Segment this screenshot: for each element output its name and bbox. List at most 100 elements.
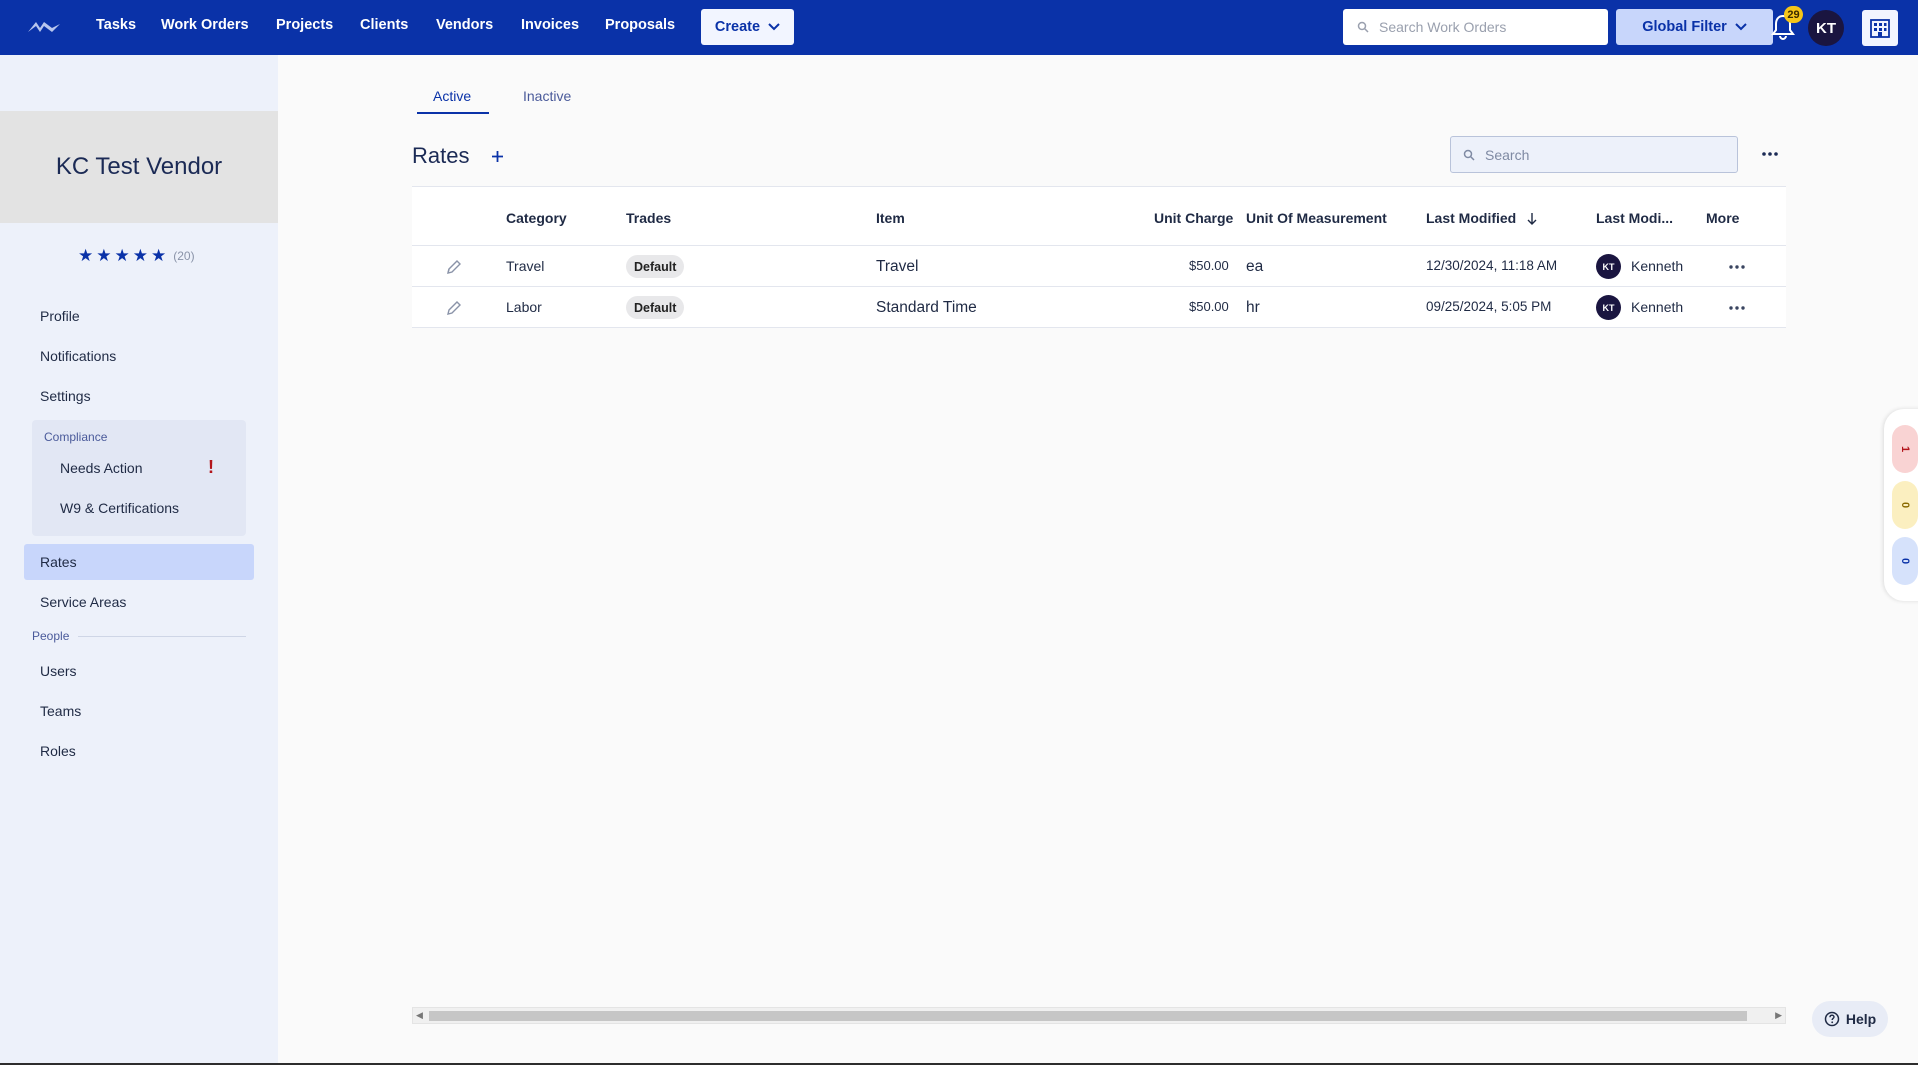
vendor-header-card: KC Test Vendor: [0, 111, 278, 223]
nav-work-orders[interactable]: Work Orders: [161, 17, 249, 33]
add-rate-button[interactable]: [484, 143, 510, 169]
yellow-count: 0: [1899, 501, 1911, 509]
sidebar-item-settings[interactable]: Settings: [40, 388, 91, 404]
scrollbar-thumb[interactable]: [429, 1011, 1747, 1021]
search-icon: [1463, 149, 1475, 161]
status-side-widget: 1 0 0: [1884, 409, 1918, 601]
star-icon: ★: [114, 246, 130, 265]
scroll-left-arrow-icon[interactable]: ◀: [416, 1010, 423, 1021]
trade-badge: Default: [626, 296, 685, 319]
nav-vendors[interactable]: Vendors: [436, 17, 493, 33]
row-more-button[interactable]: [1726, 258, 1748, 276]
tab-inactive[interactable]: Inactive: [523, 88, 571, 104]
nav-projects[interactable]: Projects: [276, 17, 333, 33]
vendor-name: KC Test Vendor: [55, 153, 223, 180]
rating-count: (20): [173, 249, 195, 263]
trade-badge: Default: [626, 255, 685, 278]
nav-invoices[interactable]: Invoices: [521, 17, 579, 33]
create-button[interactable]: Create: [701, 9, 794, 45]
compliance-heading: Compliance: [44, 430, 108, 444]
sidebar-item-roles[interactable]: Roles: [40, 743, 76, 759]
edit-pencil-icon[interactable]: [445, 258, 463, 276]
cell-uom: ea: [1246, 258, 1264, 275]
edit-pencil-icon[interactable]: [445, 299, 463, 317]
help-circle-icon: [1824, 1011, 1840, 1027]
more-horizontal-icon: [1762, 152, 1778, 156]
red-count-pill[interactable]: 1: [1892, 425, 1918, 473]
company-switch-button[interactable]: [1862, 10, 1898, 46]
cell-category: Travel: [506, 258, 545, 274]
cell-uom: hr: [1246, 299, 1260, 316]
horizontal-scrollbar[interactable]: ◀ ▶: [412, 1007, 1786, 1024]
avatar: KT: [1596, 254, 1621, 279]
user-avatar[interactable]: KT: [1808, 10, 1844, 46]
sidebar-item-service-areas[interactable]: Service Areas: [40, 594, 126, 610]
divider: [78, 636, 246, 637]
search-icon: [1357, 21, 1369, 33]
cell-unit-charge: $50.00: [1189, 299, 1229, 314]
active-tab-indicator: [417, 112, 489, 114]
more-horizontal-icon: [1729, 306, 1745, 310]
cell-item: Standard Time: [876, 299, 977, 316]
alert-icon: !: [208, 457, 214, 477]
table-header: Category Trades Item Unit Charge Unit Of…: [412, 186, 1786, 246]
plus-icon: [491, 150, 503, 162]
table-options-button[interactable]: [1758, 142, 1782, 166]
sort-descending-icon[interactable]: [1526, 212, 1538, 225]
notification-count-badge: 29: [1784, 6, 1803, 23]
column-header-more: More: [1706, 210, 1740, 226]
row-more-button[interactable]: [1726, 299, 1748, 317]
cell-modified-by: Kenneth: [1631, 258, 1684, 274]
column-header-unit-charge[interactable]: Unit Charge: [1154, 210, 1233, 226]
global-filter-button[interactable]: Global Filter: [1616, 9, 1773, 45]
star-icon: ★: [96, 246, 112, 265]
rates-search[interactable]: [1450, 136, 1738, 173]
cell-category: Labor: [506, 299, 542, 315]
nav-proposals[interactable]: Proposals: [605, 17, 675, 33]
sidebar-item-rates[interactable]: Rates: [40, 554, 77, 570]
blue-count-pill[interactable]: 0: [1892, 537, 1918, 585]
global-filter-label: Global Filter: [1642, 19, 1727, 35]
sidebar-item-profile[interactable]: Profile: [40, 308, 80, 324]
building-icon: [1870, 19, 1890, 38]
nav-clients[interactable]: Clients: [360, 17, 408, 33]
cell-item: Travel: [876, 258, 919, 275]
star-icon: ★: [132, 246, 148, 265]
help-label: Help: [1845, 1011, 1877, 1027]
chevron-down-icon: [768, 23, 780, 31]
column-header-last-modified-by[interactable]: Last Modi...: [1596, 210, 1673, 226]
column-header-last-modified[interactable]: Last Modified: [1426, 210, 1538, 226]
work-order-search-input[interactable]: [1379, 19, 1599, 35]
table-row[interactable]: Travel Default Travel $50.00 ea 12/30/20…: [412, 246, 1786, 287]
rates-search-input[interactable]: [1485, 146, 1725, 163]
red-count: 1: [1899, 445, 1911, 453]
sidebar-item-users[interactable]: Users: [40, 663, 77, 679]
logo-icon[interactable]: [26, 18, 62, 34]
top-nav-bar: Tasks Work Orders Projects Clients Vendo…: [0, 0, 1918, 55]
column-header-item[interactable]: Item: [876, 210, 905, 226]
cell-modified-by: Kenneth: [1631, 299, 1684, 315]
help-button[interactable]: Help: [1812, 1001, 1888, 1037]
blue-count: 0: [1899, 557, 1911, 565]
sidebar-item-w9-certifications[interactable]: W9 & Certifications: [60, 500, 179, 516]
scroll-right-arrow-icon[interactable]: ▶: [1775, 1010, 1782, 1021]
tab-active[interactable]: Active: [433, 88, 471, 104]
sidebar-item-needs-action[interactable]: Needs Action: [60, 460, 143, 476]
sidebar-item-teams[interactable]: Teams: [40, 703, 81, 719]
column-header-unit-of-measurement[interactable]: Unit Of Measurement: [1246, 210, 1387, 226]
sidebar-item-notifications[interactable]: Notifications: [40, 348, 116, 364]
people-heading: People: [32, 629, 70, 643]
avatar: KT: [1596, 295, 1621, 320]
page-title: Rates: [412, 143, 470, 168]
work-order-search[interactable]: [1343, 9, 1608, 45]
table-row[interactable]: Labor Default Standard Time $50.00 hr 09…: [412, 287, 1786, 328]
column-header-trades[interactable]: Trades: [626, 210, 671, 226]
column-header-category[interactable]: Category: [506, 210, 567, 226]
nav-tasks[interactable]: Tasks: [96, 17, 136, 33]
star-icon: ★: [78, 246, 94, 265]
vendor-rating: ★ ★ ★ ★ ★ (20): [78, 246, 195, 266]
yellow-count-pill[interactable]: 0: [1892, 481, 1918, 529]
cell-unit-charge: $50.00: [1189, 258, 1229, 273]
last-modified-label: Last Modified: [1426, 210, 1517, 226]
vendor-sidebar: KC Test Vendor ★ ★ ★ ★ ★ (20) Profile No…: [0, 55, 278, 1065]
